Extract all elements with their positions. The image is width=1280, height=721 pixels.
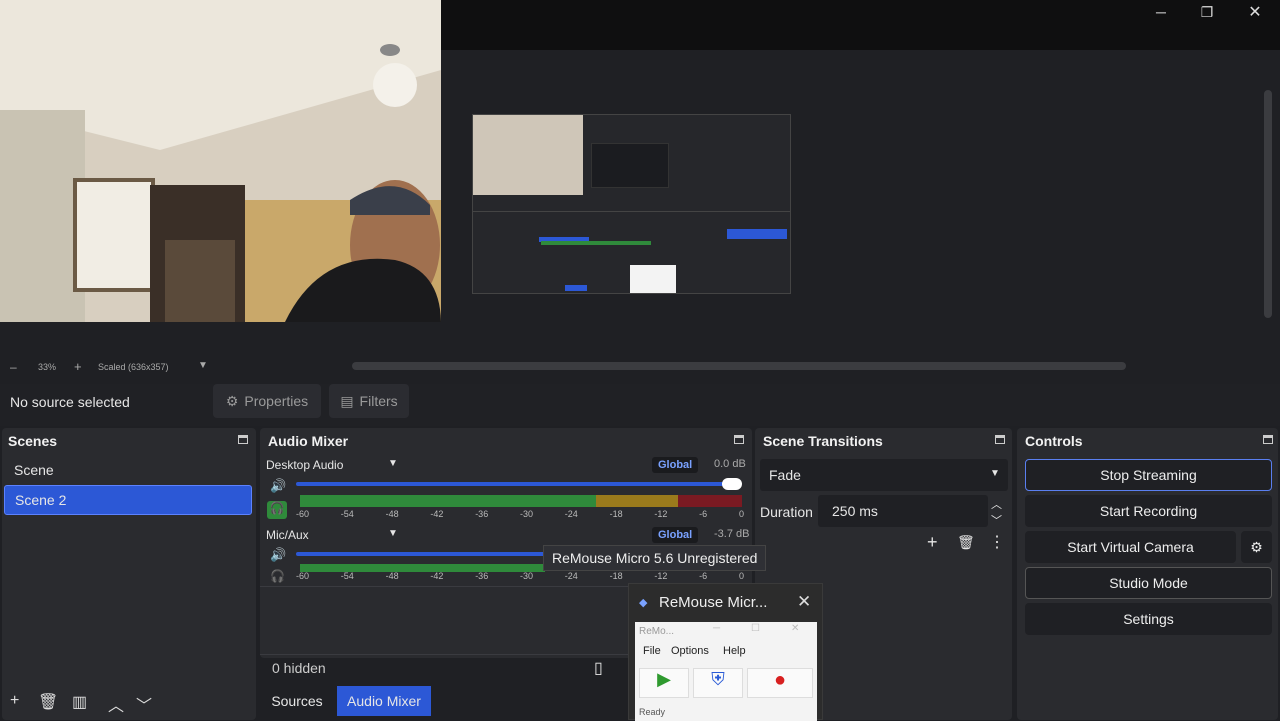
record-icon: ● [747, 668, 813, 698]
trash-icon[interactable]: 🗑 [957, 534, 975, 551]
scene-item-selected[interactable]: Scene 2 [4, 485, 252, 515]
meter-red [678, 495, 742, 507]
tab-sources[interactable]: Sources [262, 686, 332, 716]
menu-help: Help [723, 645, 746, 657]
minimize-button[interactable]: ─ [1138, 0, 1184, 24]
chevron-down-icon[interactable]: ▼ [388, 458, 398, 469]
move-down-icon[interactable]: ﹀ [136, 692, 152, 716]
trash-icon[interactable]: 🗑 [38, 692, 58, 712]
channel-name: Mic/Aux [266, 528, 309, 542]
speaker-icon[interactable]: 🔊 [270, 478, 286, 494]
source-status: No source selected [10, 394, 130, 410]
volume-slider[interactable] [296, 552, 546, 556]
menu-file: File [643, 645, 661, 657]
minimize-icon: ─ [713, 623, 721, 634]
meter-green [300, 495, 596, 507]
scene-transitions-title: Scene Transitions [763, 433, 883, 449]
chevron-down-icon[interactable]: ▼ [198, 360, 208, 371]
more-options-icon[interactable]: ⋮ [989, 532, 1005, 552]
chevron-down-icon: ▼ [990, 468, 1000, 479]
start-recording-button[interactable]: Start Recording [1025, 495, 1272, 527]
filters-button[interactable]: ▤ Filters [329, 384, 409, 418]
chevron-down-icon[interactable]: ﹀ [991, 512, 1002, 528]
volume-slider[interactable] [296, 482, 736, 486]
nested-preview-thumbnail [472, 114, 791, 294]
add-icon[interactable]: + [10, 692, 19, 710]
undock-icon[interactable] [995, 435, 1005, 444]
layout-toggle-icon[interactable]: ▯ [594, 658, 603, 678]
hidden-count: 0 hidden [272, 660, 326, 676]
shield-icon: ⛨ [693, 668, 743, 698]
properties-button[interactable]: ⚙ Properties [213, 384, 321, 418]
controls-dock: Controls Stop Streaming Start Recording … [1017, 428, 1278, 720]
zoom-out-button[interactable]: – [10, 360, 17, 374]
speaker-icon[interactable]: 🔊 [270, 547, 286, 563]
webcam-feed [0, 0, 441, 322]
chevron-down-icon[interactable]: ▼ [388, 528, 398, 539]
remouse-app-icon: ◆ [639, 597, 648, 609]
close-button[interactable]: ✕ [1232, 0, 1278, 24]
remouse-taskbar-preview[interactable]: ◆ ReMouse Micr... ✕ ReMo... ─ ☐ ✕ File O… [628, 583, 823, 721]
filter-icon: ▤ [340, 392, 354, 409]
db-readout: 0.0 dB [714, 458, 746, 470]
global-badge: Global [652, 457, 699, 473]
virtual-camera-settings-button[interactable]: ⚙ [1241, 531, 1272, 563]
scenes-title: Scenes [8, 433, 58, 449]
transition-select[interactable]: Fade ▼ [760, 459, 1008, 491]
remouse-status: Ready [639, 707, 666, 717]
remouse-window-title: ReMo... [639, 626, 675, 637]
zoom-in-button[interactable]: + [74, 359, 82, 374]
meter-scale: -60 -54 -48 -42 -36 -30 -24 -18 -12 -6 0 [296, 571, 744, 581]
remouse-window-thumbnail: ReMo... ─ ☐ ✕ File Options Help ▶ ⛨ ● Re… [635, 622, 817, 721]
meter-scale: -60 -54 -48 -42 -36 -30 -24 -18 -12 -6 0 [296, 509, 744, 519]
headphones-icon[interactable]: 🎧 [270, 569, 285, 583]
duration-input[interactable]: 250 ms [818, 495, 988, 527]
source-toolbar: No source selected ⚙ Properties ▤ Filter… [0, 384, 1280, 426]
audio-mixer-title: Audio Mixer [268, 433, 349, 449]
remouse-taskbar-title: ReMouse Micr... [659, 594, 768, 611]
move-up-icon[interactable]: ︿ [108, 692, 124, 716]
channel-name: Desktop Audio [266, 458, 344, 472]
nested-webcam [473, 115, 583, 195]
volume-slider-handle[interactable] [722, 478, 742, 490]
maximize-button[interactable]: ❐ [1184, 0, 1230, 24]
global-badge: Global [652, 527, 699, 543]
headphones-icon[interactable]: 🎧 [267, 501, 287, 519]
close-icon[interactable]: ✕ [797, 592, 811, 612]
add-icon[interactable]: + [927, 532, 938, 553]
close-icon: ✕ [791, 623, 800, 634]
scene-item[interactable]: Scene [4, 455, 252, 485]
meter-yellow [596, 495, 678, 507]
undock-icon[interactable] [734, 435, 744, 444]
horizontal-scroll-thumb[interactable] [352, 362, 1126, 370]
scale-mode-label: Scaled (636x357) [98, 362, 169, 372]
play-icon: ▶ [639, 668, 689, 698]
studio-mode-button[interactable]: Studio Mode [1025, 567, 1272, 599]
db-readout: -3.7 dB [714, 528, 750, 540]
controls-title: Controls [1025, 433, 1083, 449]
vertical-scroll-thumb[interactable] [1264, 90, 1272, 318]
duration-label: Duration [760, 504, 813, 520]
start-virtual-camera-button[interactable]: Start Virtual Camera [1025, 531, 1236, 563]
undock-icon[interactable] [1263, 435, 1273, 444]
tab-audio-mixer[interactable]: Audio Mixer [337, 686, 431, 716]
scenes-dock: Scenes Scene Scene 2 + 🗑 ▥ ︿ ﹀ [2, 428, 256, 720]
filter-icon[interactable]: ▥ [72, 692, 87, 712]
nested-preview [591, 143, 669, 188]
stop-streaming-button[interactable]: Stop Streaming [1025, 459, 1272, 491]
tooltip: ReMouse Micro 5.6 Unregistered [543, 545, 767, 571]
chevron-up-icon[interactable]: ︿ [991, 496, 1002, 512]
gear-icon: ⚙ [225, 392, 239, 409]
menu-options: Options [671, 645, 709, 657]
maximize-icon: ☐ [751, 623, 760, 634]
undock-icon[interactable] [238, 435, 248, 444]
settings-button[interactable]: Settings [1025, 603, 1272, 635]
gear-icon: ⚙ [1250, 538, 1263, 555]
zoom-level: 33% [38, 362, 57, 372]
